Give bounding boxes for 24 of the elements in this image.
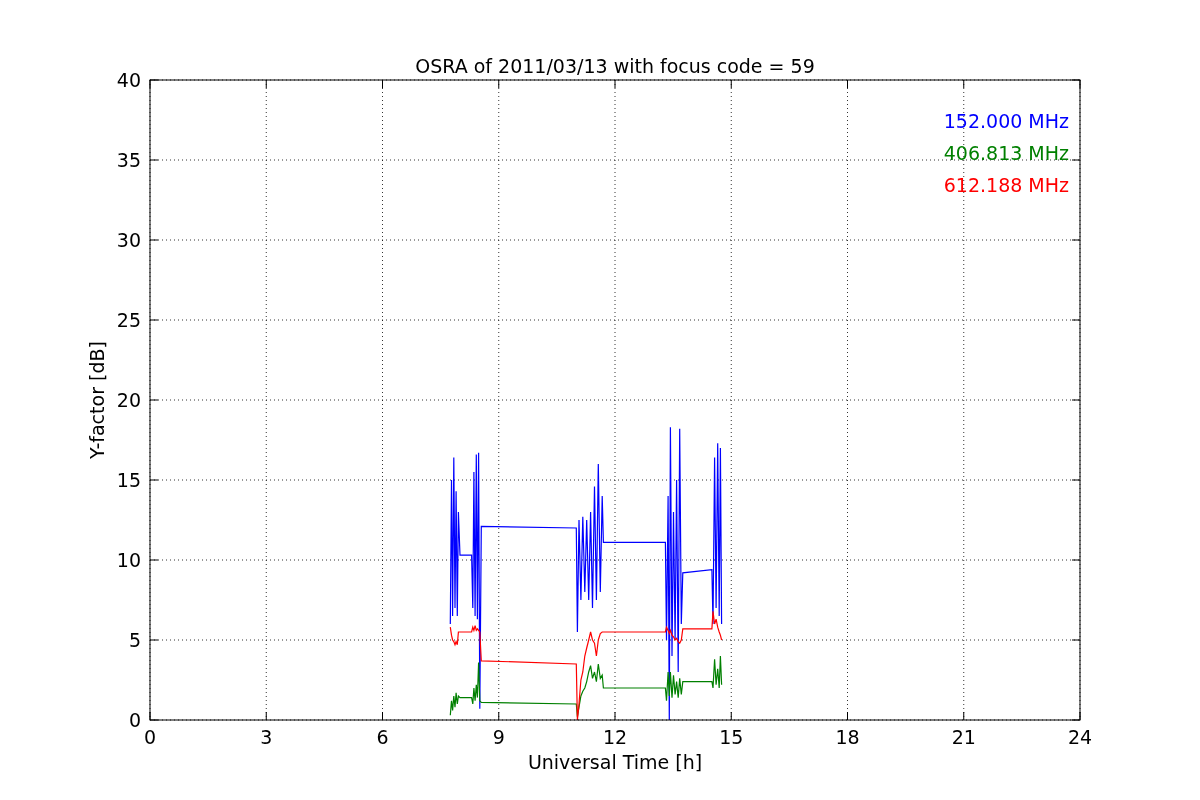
y-tick-label: 10 bbox=[116, 549, 141, 571]
y-tick-label: 15 bbox=[116, 469, 141, 491]
x-tick-label: 0 bbox=[143, 726, 157, 748]
x-tick-label: 9 bbox=[492, 726, 505, 748]
y-tick-label: 5 bbox=[128, 629, 141, 651]
legend-label: 406.813 MHz bbox=[943, 142, 1069, 164]
x-tick-label: 12 bbox=[602, 726, 628, 748]
x-tick-label: 24 bbox=[1067, 726, 1093, 748]
x-axis-label: Universal Time [h] bbox=[527, 751, 703, 773]
chart-title: OSRA of 2011/03/13 with focus code = 59 bbox=[415, 55, 815, 77]
y-tick-label: 40 bbox=[116, 69, 141, 91]
x-tick-label: 6 bbox=[376, 726, 389, 748]
y-tick-label: 20 bbox=[116, 389, 141, 411]
legend-label: 612.188 MHz bbox=[943, 174, 1069, 196]
y-axis-label: Y-factor [dB] bbox=[86, 341, 108, 459]
y-tick-label: 30 bbox=[116, 229, 141, 251]
x-tick-label: 21 bbox=[951, 726, 976, 748]
x-tick-label: 15 bbox=[719, 726, 744, 748]
x-tick-label: 18 bbox=[835, 726, 860, 748]
y-tick-label: 25 bbox=[116, 309, 141, 331]
x-tick-label: 3 bbox=[260, 726, 273, 748]
y-tick-label: 35 bbox=[116, 149, 141, 171]
legend-label: 152.000 MHz bbox=[943, 110, 1069, 132]
y-tick-label: 0 bbox=[128, 709, 141, 731]
